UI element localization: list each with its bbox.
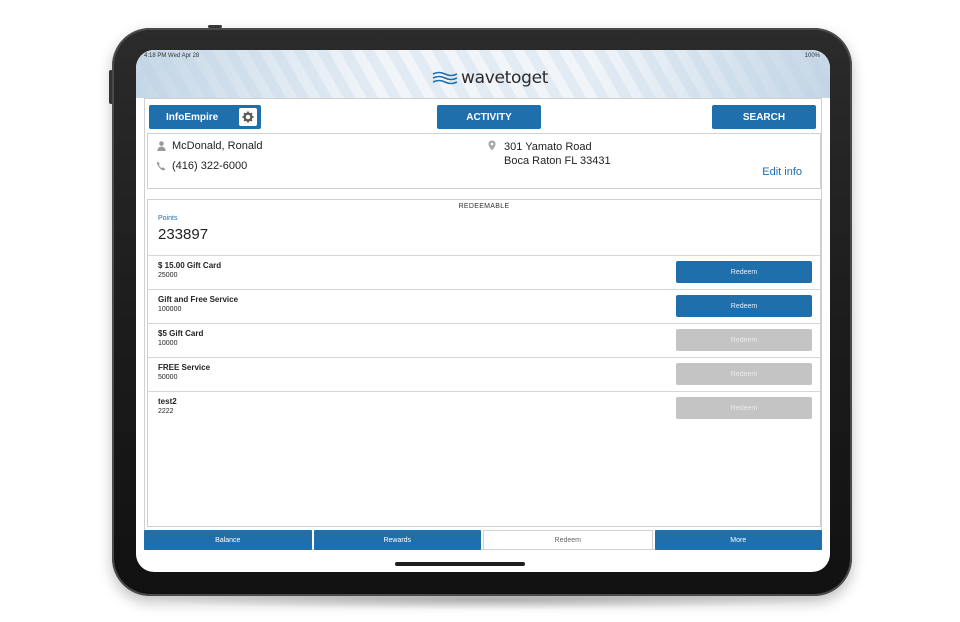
points-label: Points bbox=[158, 215, 178, 222]
reward-name: $5 Gift Card bbox=[158, 329, 204, 338]
customer-address: 301 Yamato Road Boca Raton FL 33431 bbox=[488, 140, 611, 168]
brand-name: wavetoget bbox=[461, 68, 549, 88]
address-lines: 301 Yamato Road Boca Raton FL 33431 bbox=[504, 140, 611, 168]
phone-icon bbox=[156, 161, 166, 172]
main-content: InfoEmpire ACTIVITY SEARCH McDonald, Ron… bbox=[144, 98, 822, 550]
status-battery: 100% bbox=[804, 53, 820, 59]
address-line-2: Boca Raton FL 33431 bbox=[504, 155, 611, 167]
reward-cost: 25000 bbox=[158, 272, 178, 279]
status-time: 4:18 PM Wed Apr 28 bbox=[144, 53, 200, 59]
customer-phone-row: (416) 322-6000 bbox=[156, 160, 247, 172]
product-stage: 4:18 PM Wed Apr 28 100% wavetoget InfoEm… bbox=[0, 0, 960, 622]
reward-row: FREE Service 50000 Redeem bbox=[148, 357, 820, 391]
tab-rewards[interactable]: Rewards bbox=[313, 530, 481, 550]
tab-more[interactable]: More bbox=[654, 530, 822, 550]
reward-name: Gift and Free Service bbox=[158, 295, 239, 304]
points-value: 233897 bbox=[158, 226, 209, 243]
reward-row: test2 2222 Redeem bbox=[148, 391, 820, 425]
location-pin-icon bbox=[488, 140, 496, 168]
bottom-tab-bar: Balance Rewards Redeem More bbox=[144, 530, 822, 550]
search-button[interactable]: SEARCH bbox=[712, 105, 816, 129]
account-button[interactable]: InfoEmpire bbox=[149, 105, 261, 129]
tab-balance[interactable]: Balance bbox=[144, 530, 312, 550]
activity-button[interactable]: ACTIVITY bbox=[437, 105, 541, 129]
reward-cost: 100000 bbox=[158, 306, 182, 313]
reward-row: $5 Gift Card 10000 Redeem bbox=[148, 323, 820, 357]
customer-card: McDonald, Ronald (416) 322-6000 301 Yama… bbox=[147, 133, 821, 189]
brand-logo: wavetoget bbox=[432, 68, 548, 88]
edit-info-link[interactable]: Edit info bbox=[762, 166, 802, 178]
address-line-1: 301 Yamato Road bbox=[504, 141, 592, 153]
reward-name: $ 15.00 Gift Card bbox=[158, 261, 222, 270]
reward-row: Gift and Free Service 100000 Redeem bbox=[148, 289, 820, 323]
tablet-screen: 4:18 PM Wed Apr 28 100% wavetoget InfoEm… bbox=[136, 50, 830, 572]
person-icon bbox=[156, 141, 166, 152]
reward-name: test2 bbox=[158, 397, 177, 406]
redeem-button-disabled: Redeem bbox=[676, 397, 812, 419]
home-indicator bbox=[395, 562, 525, 566]
redeem-button[interactable]: Redeem bbox=[676, 295, 812, 317]
customer-name: McDonald, Ronald bbox=[172, 140, 263, 152]
panel-title: REDEEMABLE bbox=[458, 203, 510, 210]
customer-name-row: McDonald, Ronald bbox=[156, 140, 263, 152]
customer-phone: (416) 322-6000 bbox=[172, 160, 248, 172]
reward-row: $ 15.00 Gift Card 25000 Redeem bbox=[148, 255, 820, 289]
reward-cost: 2222 bbox=[158, 408, 174, 415]
app-header: 4:18 PM Wed Apr 28 100% wavetoget bbox=[136, 50, 830, 98]
reward-name: FREE Service bbox=[158, 363, 211, 372]
redeem-button[interactable]: Redeem bbox=[676, 261, 812, 283]
tab-redeem[interactable]: Redeem bbox=[483, 530, 653, 550]
redeem-panel: REDEEMABLE Points 233897 $ 15.00 Gift Ca… bbox=[147, 199, 821, 527]
gear-icon[interactable] bbox=[239, 108, 257, 126]
redeem-button-disabled: Redeem bbox=[676, 329, 812, 351]
redeem-button-disabled: Redeem bbox=[676, 363, 812, 385]
account-label: InfoEmpire bbox=[166, 111, 219, 123]
reward-cost: 10000 bbox=[158, 340, 178, 347]
reward-cost: 50000 bbox=[158, 374, 178, 381]
waves-icon bbox=[432, 71, 458, 85]
